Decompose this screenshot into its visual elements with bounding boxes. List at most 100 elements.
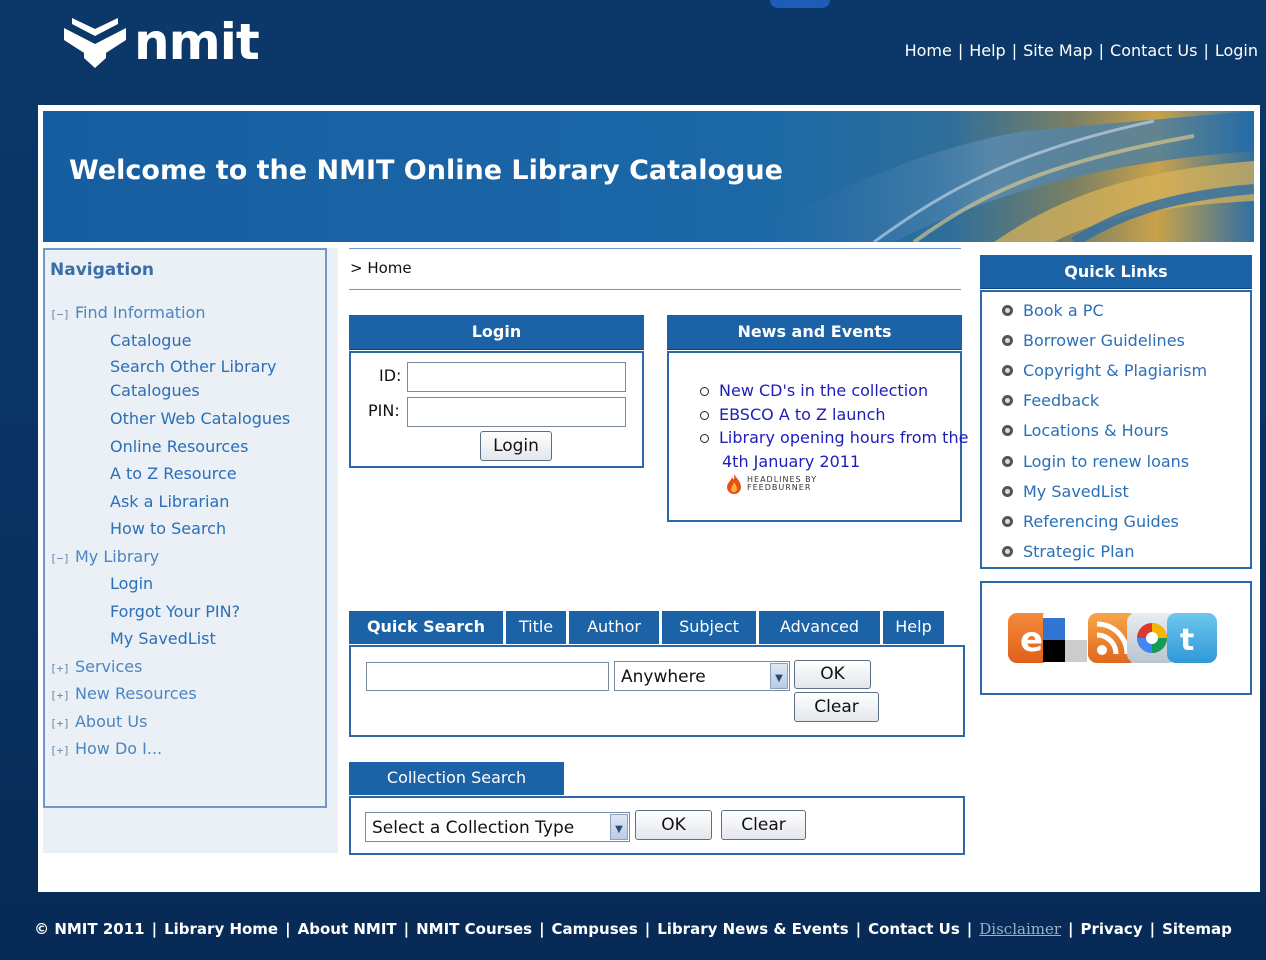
pin-label: PIN: [368,401,400,420]
nav-item-a-to-z-resource[interactable]: A to Z Resource [50,461,310,489]
quick-link-label: Login to renew loans [1023,452,1190,471]
left-column: Navigation [−] Find Information Catalogu… [43,248,338,853]
top-nav-site-map[interactable]: Site Map [1023,41,1093,60]
nav-section-services[interactable]: [+] Services [50,654,310,682]
collection-ok-button[interactable]: OK [635,810,712,840]
nav-item-how-to-search[interactable]: How to Search [50,516,310,544]
footer-link-about-nmit[interactable]: About NMIT [298,920,397,938]
expand-toggle-icon: [+] [50,716,70,730]
nav-item-other-web-catalogues[interactable]: Other Web Catalogues [50,406,310,434]
footer-link-contact-us[interactable]: Contact Us [868,920,960,938]
nav-item-my-savedlist[interactable]: My SavedList [50,626,310,654]
tab-collection-search[interactable]: Collection Search [349,762,564,795]
top-nav-login[interactable]: Login [1215,41,1258,60]
svg-text:e: e [1020,620,1043,660]
nav-section-label: How Do I... [74,739,163,758]
collection-type-select[interactable]: Select a Collection Type ▼ [365,812,630,842]
nav-section-my-library[interactable]: [−] My Library [50,544,310,572]
quick-link-book-a-pc[interactable]: Book a PC [1002,301,1104,320]
expand-toggle-icon: [+] [50,661,70,675]
quick-link-login-renew-loans[interactable]: Login to renew loans [1002,452,1189,471]
nav-section-find-information[interactable]: [−] Find Information [50,300,310,328]
nav-item-ask-a-librarian[interactable]: Ask a Librarian [50,489,310,517]
search-ok-button[interactable]: OK [794,660,871,689]
news-item[interactable]: New CD's in the collection [700,379,972,403]
expand-toggle-icon: [+] [50,744,70,757]
tab-help[interactable]: Help [883,611,944,644]
login-button[interactable]: Login [480,431,552,461]
breadcrumb-bottom-rule [349,289,961,290]
footer-link-privacy[interactable]: Privacy [1081,920,1143,938]
quick-link-strategic-plan[interactable]: Strategic Plan [1002,542,1134,561]
top-nav-home[interactable]: Home [905,41,952,60]
nav-section-label: My Library [74,546,160,566]
quick-link-feedback[interactable]: Feedback [1002,391,1099,410]
footer-link-library-news-events[interactable]: Library News & Events [657,920,848,938]
nmit-logo-icon [64,18,126,68]
quick-link-borrower-guidelines[interactable]: Borrower Guidelines [1002,331,1185,350]
header-decoration [770,0,830,8]
search-scope-value: Anywhere [621,667,706,687]
quick-link-label: Locations & Hours [1023,421,1169,440]
tab-advanced[interactable]: Advanced [759,611,880,644]
news-item[interactable]: EBSCO A to Z launch [700,403,972,427]
tab-title[interactable]: Title [506,611,566,644]
id-field[interactable] [407,362,626,392]
nmit-logo[interactable]: nmit [64,13,260,71]
nav-item-login[interactable]: Login [50,571,310,599]
news-item[interactable]: Library opening hours from the 4th Janua… [700,426,972,473]
feedburner-label: HEADLINES BY FEEDBURNER [747,475,818,492]
footer-link-campuses[interactable]: Campuses [552,920,638,938]
footer-link-nmit-courses[interactable]: NMIT Courses [416,920,532,938]
breadcrumb[interactable]: > Home [350,259,412,277]
collection-type-value: Select a Collection Type [372,818,575,838]
logo-text: nmit [134,13,260,71]
footer-link-sitemap[interactable]: Sitemap [1162,920,1232,938]
top-nav-contact-us[interactable]: Contact Us [1110,41,1197,60]
tab-quick-search[interactable]: Quick Search [349,611,503,644]
quick-link-copyright-plagiarism[interactable]: Copyright & Plagiarism [1002,361,1207,380]
quick-link-referencing-guides[interactable]: Referencing Guides [1002,512,1179,531]
bullet-icon [1002,365,1013,376]
svg-text:t: t [1180,623,1194,658]
bullet-icon [700,387,709,396]
nav-item-online-resources[interactable]: Online Resources [50,434,310,462]
bullet-icon [1002,395,1013,406]
search-input[interactable] [366,662,609,691]
nav-section-label: New Resources [74,684,197,703]
quick-link-label: Book a PC [1023,301,1104,320]
footer-link-library-home[interactable]: Library Home [164,920,278,938]
navigation-list: [−] Find Information Catalogue Search Ot… [50,300,310,764]
nav-section-label: Find Information [74,303,206,322]
chevron-down-icon: ▼ [610,814,628,840]
news-item-label: Library opening hours from the 4th Janua… [719,428,969,471]
feedburner-badge[interactable]: HEADLINES BY FEEDBURNER [725,474,827,494]
tab-author[interactable]: Author [569,611,659,644]
delicious-icon[interactable] [1043,613,1087,663]
nav-item-search-other-library-catalogues[interactable]: Search Other Library Catalogues [50,355,310,406]
twitter-icon[interactable]: t [1167,613,1217,663]
nav-section-how-do-i[interactable]: [+] How Do I... [50,736,310,764]
top-navigation: Home | Help | Site Map | Contact Us | Login [904,41,1258,60]
collapse-toggle-icon: [−] [50,551,70,565]
nav-item-catalogue[interactable]: Catalogue [50,328,310,356]
nav-section-label: About Us [74,711,148,731]
quick-link-my-savedlist[interactable]: My SavedList [1002,482,1129,501]
quick-link-locations-hours[interactable]: Locations & Hours [1002,421,1169,440]
tab-subject[interactable]: Subject [662,611,756,644]
bullet-icon [700,434,709,443]
footer-link-disclaimer[interactable]: Disclaimer [979,920,1061,938]
nav-section-new-resources[interactable]: [+] New Resources [50,681,310,709]
welcome-banner: Welcome to the NMIT Online Library Catal… [43,111,1254,242]
nav-item-forgot-your-pin[interactable]: Forgot Your PIN? [50,599,310,627]
feedburner-flame-icon [727,474,741,494]
news-box-header: News and Events [667,315,962,350]
top-nav-help[interactable]: Help [969,41,1005,60]
quick-link-label: Copyright & Plagiarism [1023,361,1208,380]
search-clear-button[interactable]: Clear [794,692,879,722]
search-scope-select[interactable]: Anywhere ▼ [614,661,790,691]
quick-link-label: Referencing Guides [1023,512,1179,531]
collection-clear-button[interactable]: Clear [721,810,806,840]
nav-section-about-us[interactable]: [+] About Us [50,709,310,737]
pin-field[interactable] [407,397,626,427]
